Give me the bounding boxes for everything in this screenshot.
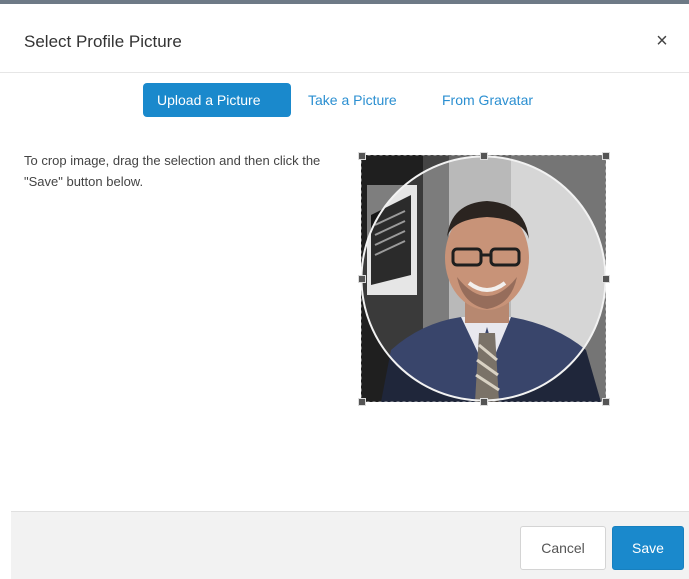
dialog-title: Select Profile Picture — [24, 32, 182, 51]
dialog-header: Select Profile Picture × — [0, 4, 689, 73]
save-button[interactable]: Save — [612, 526, 684, 570]
crop-instructions: To crop image, drag the selection and th… — [24, 153, 321, 189]
source-tabs: Upload a Picture Take a Picture From Gra… — [0, 83, 689, 117]
dialog-footer: Cancel Save — [11, 511, 689, 579]
tab-from-gravatar[interactable]: From Gravatar — [428, 83, 547, 117]
profile-photo — [361, 155, 606, 402]
close-icon[interactable]: × — [651, 30, 673, 52]
tab-upload-picture[interactable]: Upload a Picture — [143, 83, 291, 117]
tab-take-picture[interactable]: Take a Picture — [294, 83, 411, 117]
cancel-button[interactable]: Cancel — [520, 526, 606, 570]
